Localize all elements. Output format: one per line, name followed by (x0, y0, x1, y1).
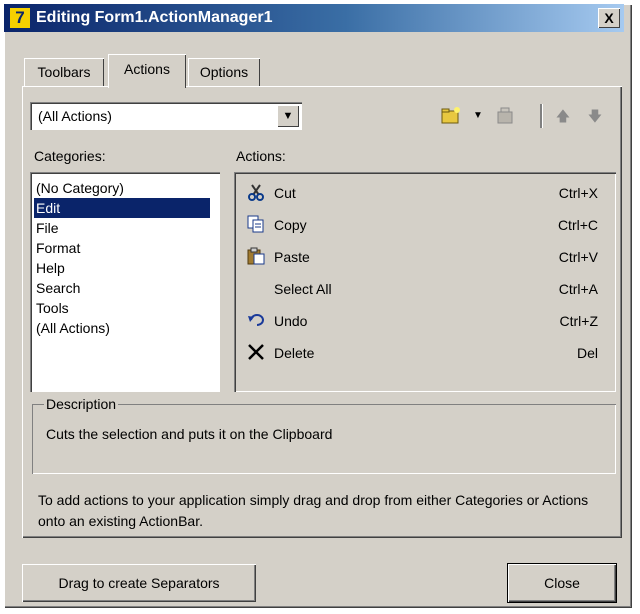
paste-icon (246, 247, 266, 267)
action-shortcut: Ctrl+X (558, 185, 598, 201)
list-item[interactable]: (No Category) (34, 178, 210, 198)
window-title: Editing Form1.ActionManager1 (36, 9, 273, 26)
help-text: To add actions to your application simpl… (38, 492, 589, 529)
action-item-cut[interactable]: Cut Ctrl+X (242, 178, 606, 208)
action-shortcut: Ctrl+A (558, 281, 598, 297)
action-item-select-all[interactable]: Select All Ctrl+A (242, 274, 606, 304)
list-item[interactable]: (All Actions) (34, 318, 210, 338)
categories-label: Categories: (34, 148, 106, 164)
actions-list[interactable]: Cut Ctrl+X Copy Ctrl+C Paste Ctrl+V Sele… (234, 172, 616, 392)
action-label: Undo (274, 313, 308, 329)
action-shortcut: Del (576, 345, 598, 361)
action-label: Select All (274, 281, 332, 297)
undo-icon (246, 311, 266, 331)
action-item-paste[interactable]: Paste Ctrl+V (242, 242, 606, 272)
chevron-down-icon[interactable]: ▼ (277, 105, 299, 127)
close-button[interactable]: Close (507, 563, 617, 603)
list-item[interactable]: Search (34, 278, 210, 298)
category-filter-value: (All Actions) (38, 108, 112, 124)
scissors-icon (246, 183, 266, 203)
move-down-icon[interactable]: 🡇 (584, 106, 606, 126)
action-shortcut: Ctrl+C (557, 217, 598, 233)
app-icon: 7 (10, 8, 30, 28)
close-window-button[interactable]: X (598, 8, 620, 28)
drag-separator-button[interactable]: Drag to create Separators (22, 564, 256, 602)
list-item[interactable]: Edit (34, 198, 210, 218)
tab-actions[interactable]: Actions (108, 54, 186, 88)
list-item[interactable]: Format (34, 238, 210, 258)
action-label: Cut (274, 185, 296, 201)
action-label: Copy (274, 217, 307, 233)
description-text: Cuts the selection and puts it on the Cl… (46, 426, 333, 442)
new-action-icon[interactable] (440, 106, 462, 126)
list-item[interactable]: Help (34, 258, 210, 278)
list-item[interactable]: File (34, 218, 210, 238)
title-bar[interactable]: 7 Editing Form1.ActionManager1 X (4, 4, 624, 32)
tab-options[interactable]: Options (188, 58, 260, 86)
action-item-undo[interactable]: Undo Ctrl+Z (242, 306, 606, 336)
actions-label: Actions: (236, 148, 286, 164)
description-group: Description Cuts the selection and puts … (32, 396, 616, 474)
toolbar-divider (540, 104, 543, 128)
action-shortcut: Ctrl+V (558, 249, 598, 265)
action-label: Paste (274, 249, 310, 265)
action-item-delete[interactable]: Delete Del (242, 338, 606, 368)
copy-icon (246, 215, 266, 235)
action-item-copy[interactable]: Copy Ctrl+C (242, 210, 606, 240)
category-filter-select[interactable]: (All Actions) ▼ (30, 102, 302, 130)
list-item[interactable]: Tools (34, 298, 210, 318)
delete-x-icon (246, 343, 266, 363)
description-label: Description (44, 396, 119, 412)
categories-list[interactable]: (No Category) Edit File Format Help Sear… (30, 172, 220, 392)
delete-action-icon[interactable] (494, 106, 516, 126)
tab-toolbars[interactable]: Toolbars (24, 58, 104, 86)
dropdown-arrow-icon[interactable]: ▼ (472, 106, 484, 126)
action-shortcut: Ctrl+Z (559, 313, 599, 329)
move-up-icon[interactable]: 🡅 (552, 106, 574, 126)
action-label: Delete (274, 345, 315, 361)
